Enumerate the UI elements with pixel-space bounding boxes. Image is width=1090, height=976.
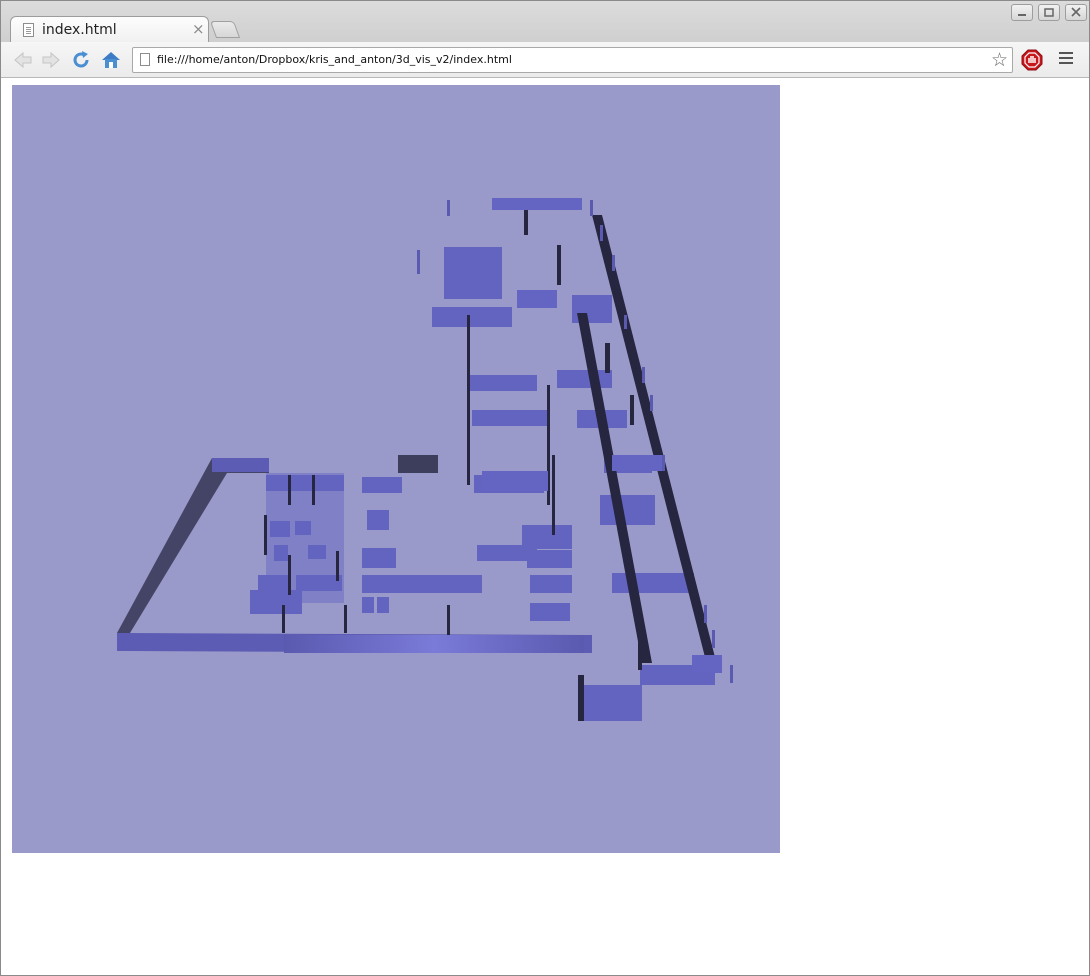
page-icon: [23, 23, 34, 37]
hamburger-menu-icon[interactable]: [1059, 52, 1073, 66]
adblock-icon[interactable]: [1021, 49, 1043, 71]
minimize-button[interactable]: [1011, 4, 1033, 21]
url-text[interactable]: file:///home/anton/Dropbox/kris_and_anto…: [157, 53, 512, 66]
forward-arrow-icon[interactable]: [40, 49, 62, 71]
address-bar[interactable]: file:///home/anton/Dropbox/kris_and_anto…: [132, 47, 1013, 73]
tab-close-icon[interactable]: ×: [192, 20, 205, 38]
maximize-icon: [1044, 8, 1054, 17]
close-window-button[interactable]: [1065, 4, 1087, 21]
tab-title: index.html: [42, 22, 117, 38]
webgl-canvas[interactable]: [12, 85, 780, 853]
back-arrow-icon[interactable]: [12, 49, 34, 71]
page-content: [1, 78, 1089, 975]
floor-plan-3d-render: [117, 198, 733, 721]
browser-window: index.html × file:///home/anton/Dropbox/…: [0, 0, 1090, 976]
browser-toolbar: file:///home/anton/Dropbox/kris_and_anto…: [1, 42, 1089, 78]
new-tab-button[interactable]: [209, 21, 241, 38]
maximize-button[interactable]: [1038, 4, 1060, 21]
star-icon[interactable]: ☆: [991, 49, 1008, 71]
tab-index-html[interactable]: index.html ×: [10, 16, 209, 43]
home-icon[interactable]: [100, 49, 122, 71]
reload-icon[interactable]: [70, 49, 92, 71]
page-icon: [140, 53, 150, 66]
minimize-icon: [1018, 14, 1026, 16]
tab-strip: index.html ×: [1, 1, 1089, 43]
close-icon: [1071, 7, 1081, 17]
